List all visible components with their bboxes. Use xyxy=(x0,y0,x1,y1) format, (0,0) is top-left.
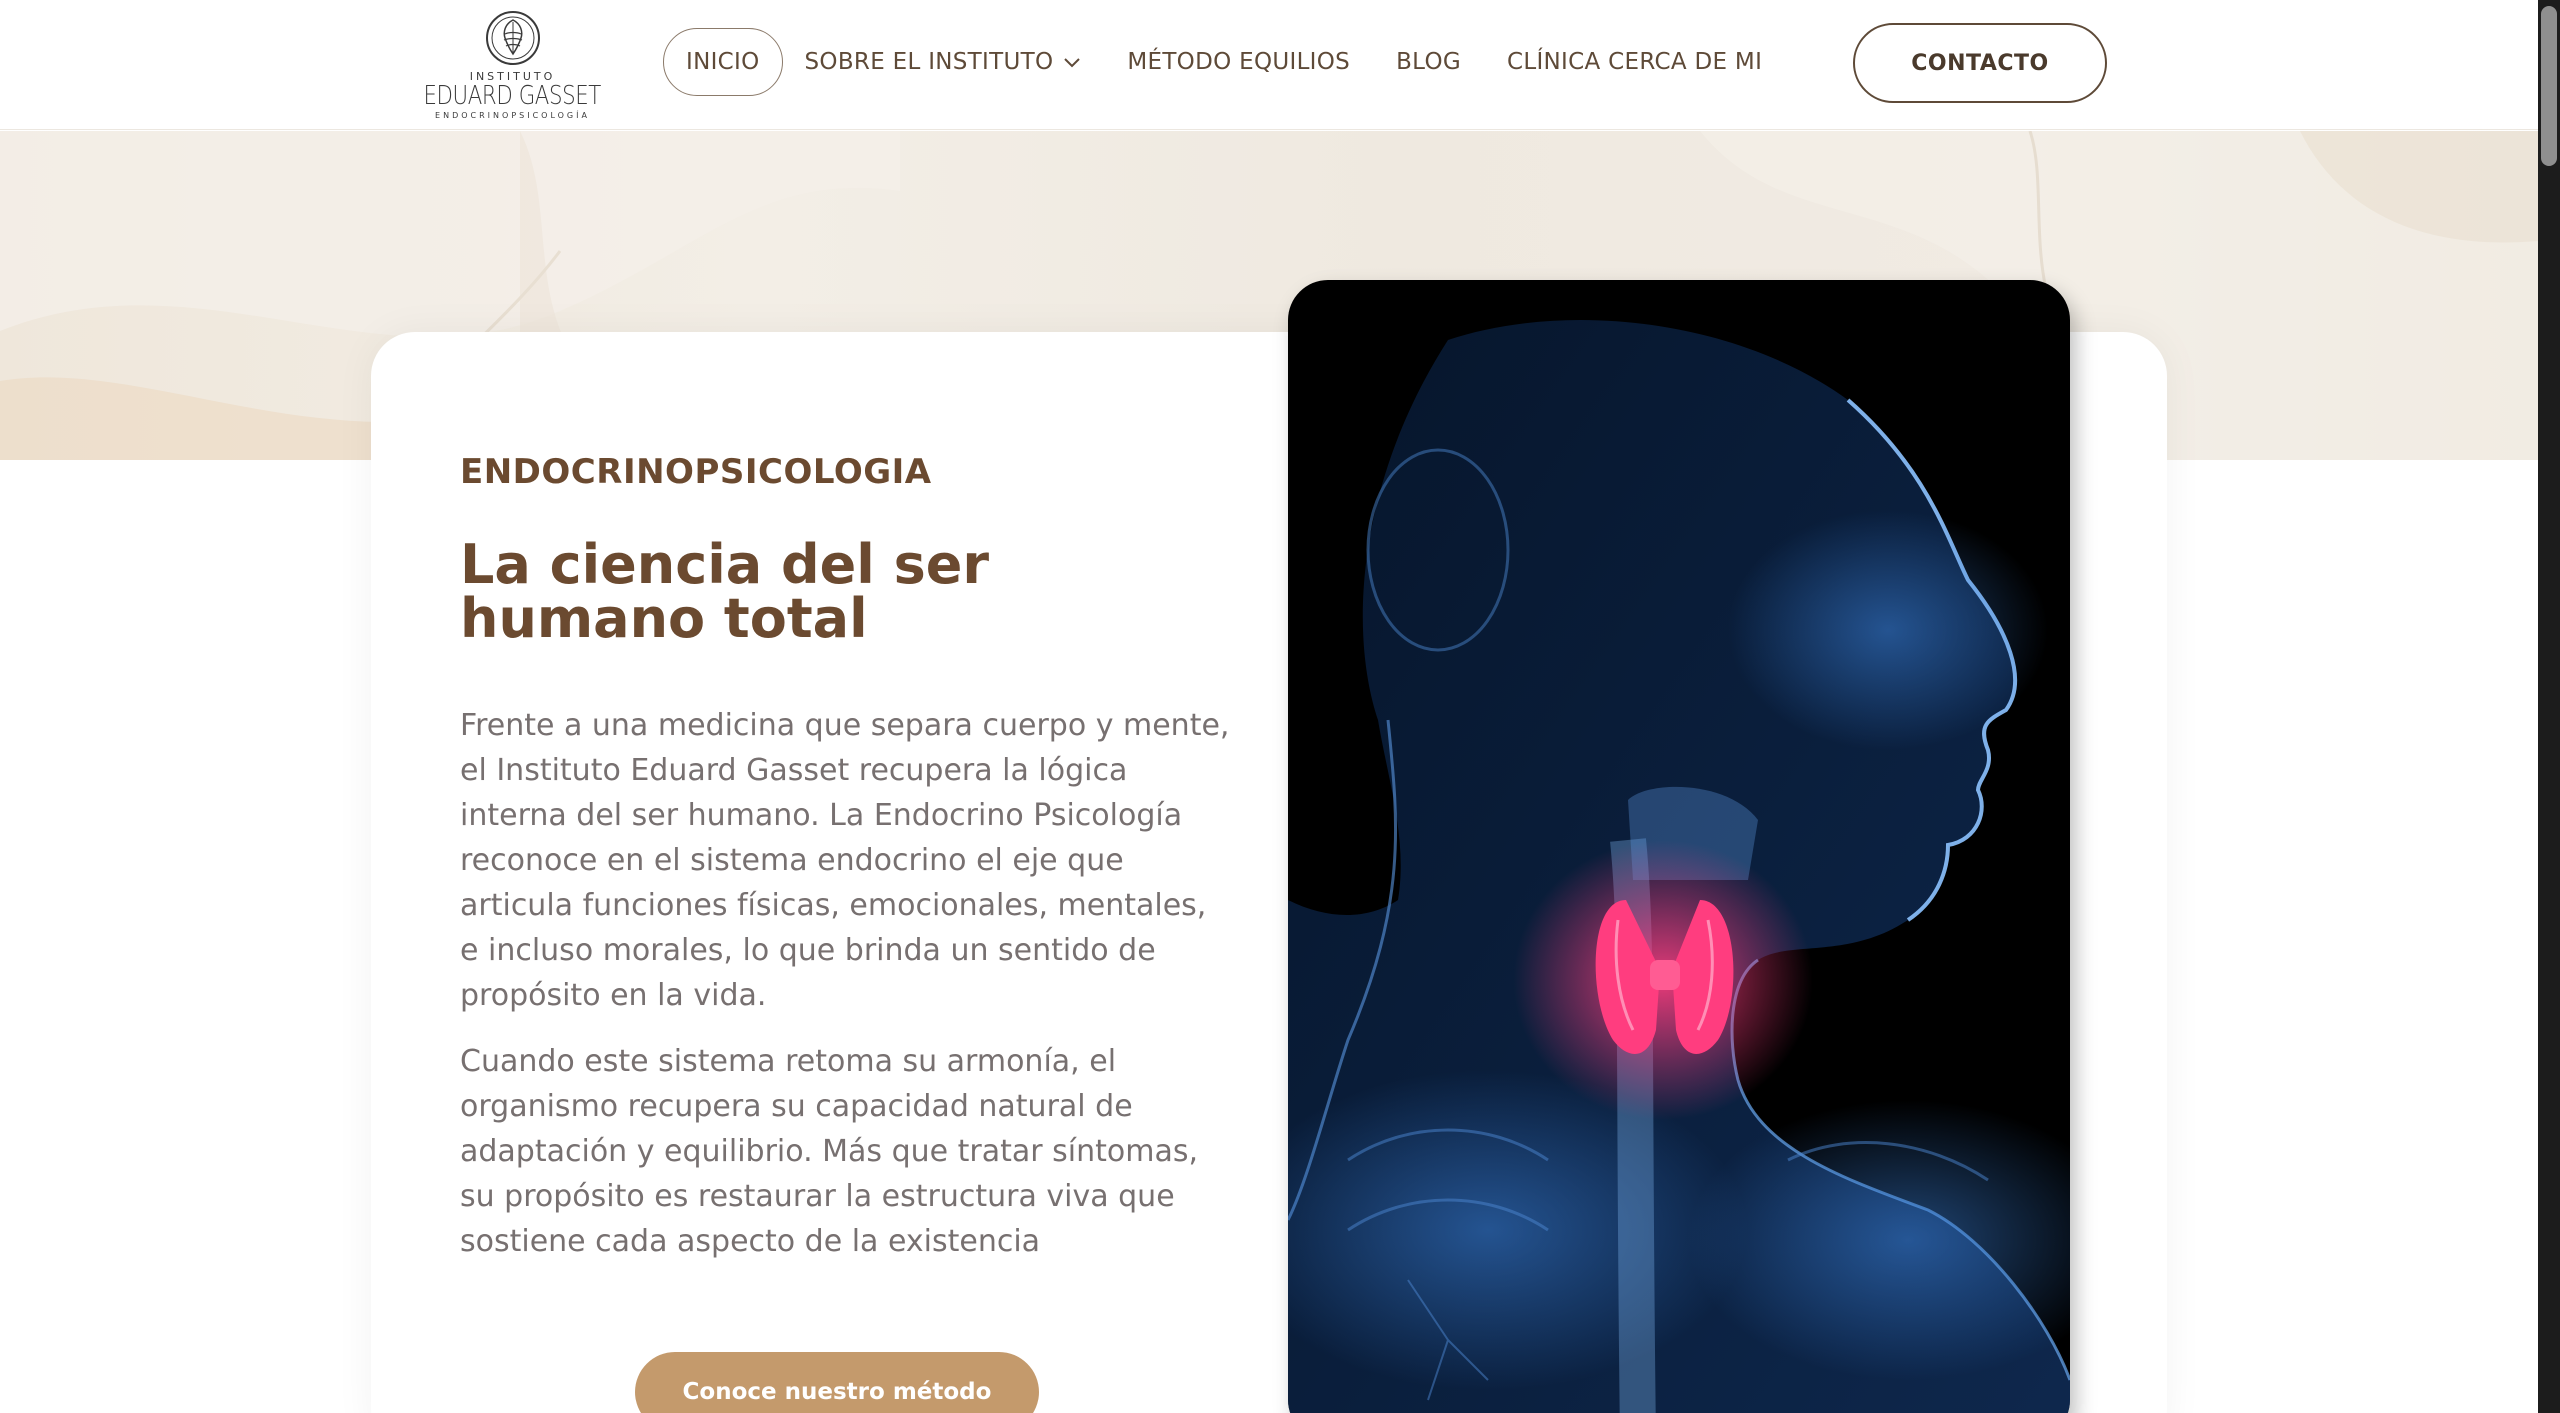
site-header: INSTITUTO EDUARD GASSET ENDOCRINOPSICOLO… xyxy=(0,0,2538,130)
contact-button[interactable]: CONTACTO xyxy=(1853,23,2107,103)
page-scrollbar[interactable] xyxy=(2538,0,2560,1413)
hero-eyebrow: ENDOCRINOPSICOLOGIA xyxy=(460,452,932,492)
scrollbar-thumb[interactable] xyxy=(2541,6,2557,166)
logo-emblem-icon xyxy=(485,11,540,65)
logo-line-name: EDUARD GASSET xyxy=(423,81,602,111)
nav-item-label: SOBRE EL INSTITUTO xyxy=(804,49,1054,75)
nav-item-metodo-equilios[interactable]: MÉTODO EQUILIOS xyxy=(1127,28,1350,96)
logo-line-tagline: ENDOCRINOPSICOLOGÍA xyxy=(435,111,590,120)
nav-item-inicio[interactable]: INICIO xyxy=(663,28,783,96)
main-nav: INICIO SOBRE EL INSTITUTO MÉTODO EQUILIO… xyxy=(663,28,1762,96)
nav-item-sobre-el-instituto[interactable]: SOBRE EL INSTITUTO xyxy=(805,28,1082,96)
hero-paragraph-2: Cuando este sistema retoma su armonía, e… xyxy=(460,1044,1199,1259)
hero-paragraph-1: Frente a una medicina que separa cuerpo … xyxy=(460,708,1230,1013)
hero-title: La ciencia del ser humano total xyxy=(460,533,989,650)
nav-item-clinica-cerca-de-mi[interactable]: CLÍNICA CERCA DE MI xyxy=(1507,28,1762,96)
cta-button[interactable]: Conoce nuestro método xyxy=(635,1352,1039,1413)
chevron-down-icon xyxy=(1063,49,1081,75)
logo[interactable]: INSTITUTO EDUARD GASSET ENDOCRINOPSICOLO… xyxy=(420,8,605,120)
thyroid-xray-image xyxy=(1288,280,2070,1413)
nav-item-blog[interactable]: BLOG xyxy=(1396,28,1461,96)
human-profile-illustration xyxy=(1288,320,2070,1413)
